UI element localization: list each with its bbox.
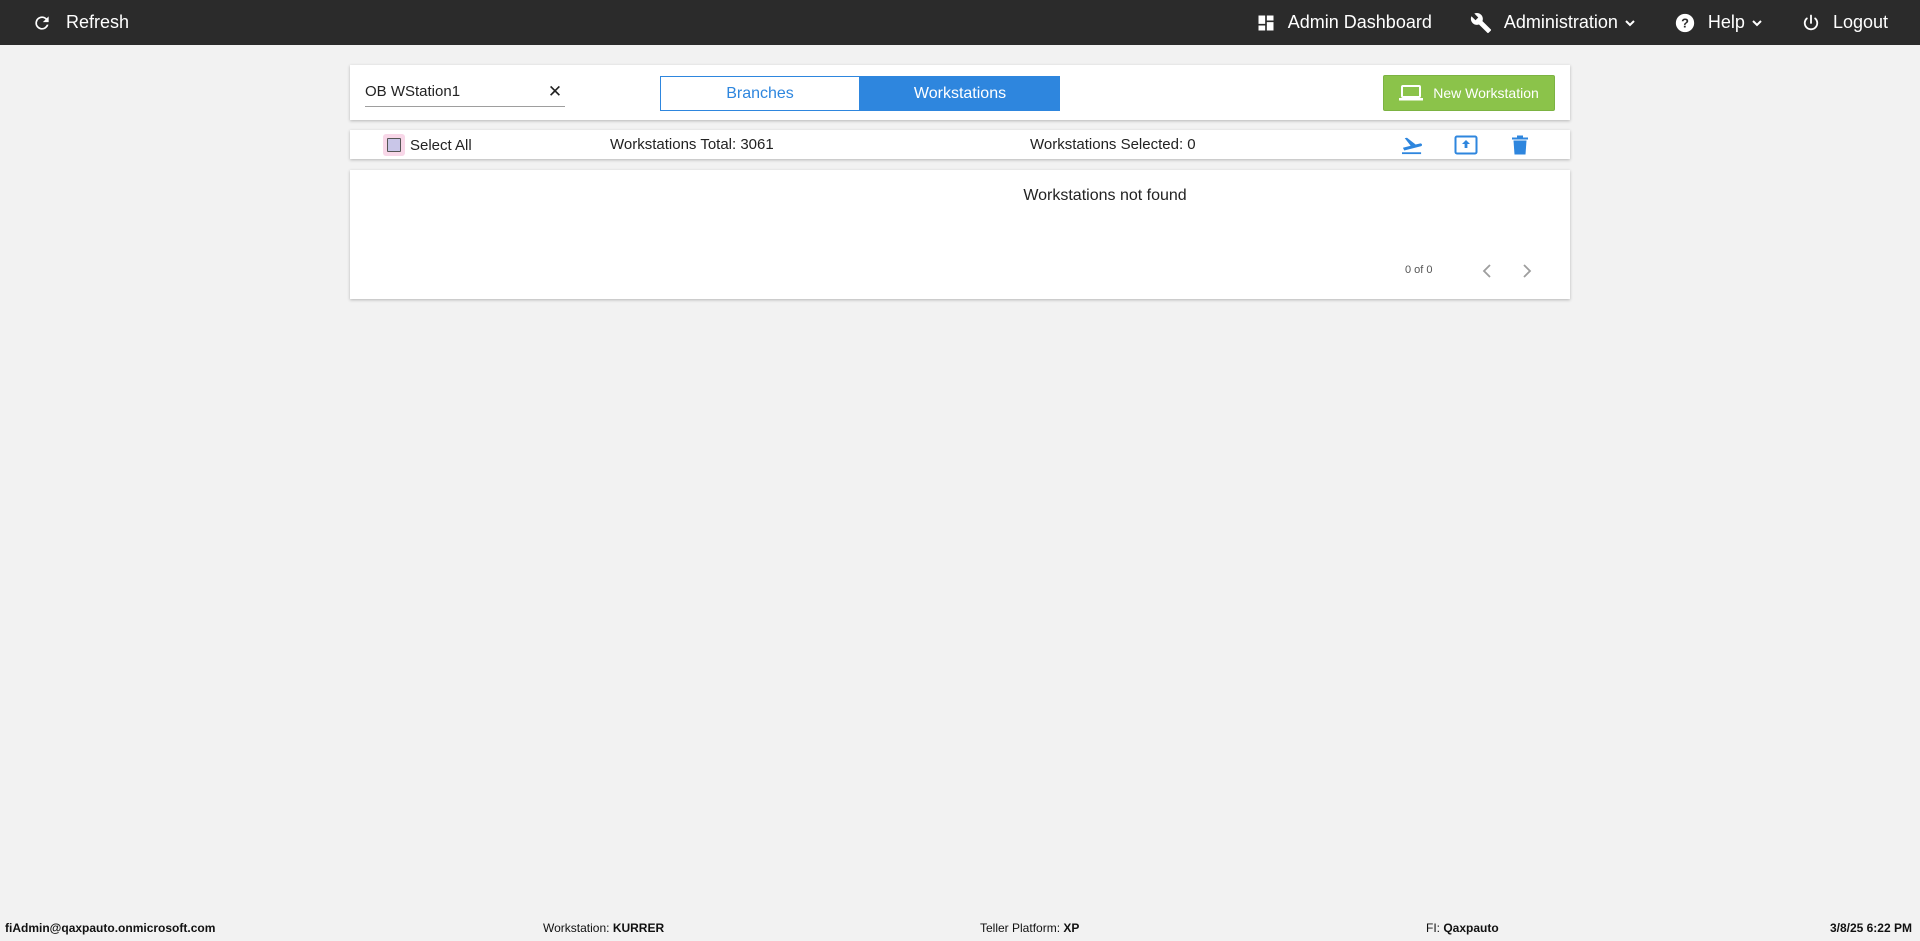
checkbox-box xyxy=(387,138,401,152)
new-workstation-button[interactable]: New Workstation xyxy=(1383,75,1555,111)
results-card: Workstations not found 0 of 0 xyxy=(350,170,1570,299)
select-all-label[interactable]: Select All xyxy=(410,137,472,154)
footer-fi: FI: Qaxpauto xyxy=(1426,921,1499,935)
refresh-label: Refresh xyxy=(66,12,130,32)
trash-icon xyxy=(1512,135,1528,155)
chevron-right-icon xyxy=(1523,264,1532,278)
upload-icon xyxy=(1454,135,1478,155)
new-workstation-label: New Workstation xyxy=(1433,85,1539,101)
selection-bar: Select All Workstations Total: 3061 Work… xyxy=(350,130,1570,159)
admin-dashboard-link[interactable]: Admin Dashboard xyxy=(1256,12,1432,33)
footer-datetime: 3/8/25 6:22 PM xyxy=(1829,921,1912,935)
tab-workstations[interactable]: Workstations xyxy=(860,76,1060,111)
chevron-down-icon xyxy=(1625,19,1635,26)
refresh-button[interactable]: Refresh xyxy=(32,0,129,45)
tab-branches[interactable]: Branches xyxy=(660,76,860,111)
status-footer: fiAdmin@qaxpauto.onmicrosoft.com Worksta… xyxy=(0,915,1920,941)
pager-range: 0 of 0 xyxy=(1405,264,1433,276)
footer-fi-value: Qaxpauto xyxy=(1443,921,1499,935)
dashboard-icon xyxy=(1258,15,1274,30)
footer-workstation-value: KURRER xyxy=(612,921,665,935)
airplane-icon xyxy=(1402,137,1423,155)
previous-page-button[interactable] xyxy=(1478,260,1496,282)
administration-label: Administration xyxy=(1503,12,1618,32)
help-icon: ? xyxy=(1675,13,1695,32)
select-all-checkbox[interactable] xyxy=(383,134,405,156)
footer-fi-label: FI: xyxy=(1426,921,1444,935)
logout-button[interactable]: Logout xyxy=(1801,12,1888,33)
deploy-button[interactable] xyxy=(1400,134,1424,156)
delete-button[interactable] xyxy=(1508,134,1532,156)
view-toggle: Branches Workstations xyxy=(660,76,1060,111)
clear-search-button[interactable]: ✕ xyxy=(546,83,564,101)
workstations-total: Workstations Total: 3061 xyxy=(610,136,774,153)
power-icon xyxy=(1803,14,1819,30)
search-input[interactable] xyxy=(365,79,565,107)
footer-teller-platform: Teller Platform: XP xyxy=(980,921,1079,935)
svg-text:?: ? xyxy=(1681,15,1689,30)
footer-workstation-label: Workstation: xyxy=(543,921,613,935)
help-menu[interactable]: ? Help xyxy=(1674,12,1763,34)
upload-button[interactable] xyxy=(1454,134,1478,156)
footer-workstation: Workstation: KURRER xyxy=(543,921,664,935)
footer-teller-platform-value: XP xyxy=(1063,921,1080,935)
wrench-icon xyxy=(1470,12,1491,33)
workstations-selected: Workstations Selected: 0 xyxy=(1030,136,1196,153)
administration-menu[interactable]: Administration xyxy=(1470,12,1636,34)
logout-label: Logout xyxy=(1832,12,1888,32)
top-nav-bar: Refresh Admin Dashboard Administration ?… xyxy=(0,0,1920,45)
footer-teller-platform-label: Teller Platform: xyxy=(980,921,1064,935)
toolbar-card: ✕ Branches Workstations New Workstation xyxy=(350,65,1570,120)
footer-user: fiAdmin@qaxpauto.onmicrosoft.com xyxy=(5,921,216,935)
refresh-icon xyxy=(35,15,49,30)
admin-dashboard-label: Admin Dashboard xyxy=(1287,12,1432,32)
chevron-left-icon xyxy=(1482,264,1491,278)
help-label: Help xyxy=(1707,12,1745,32)
laptop-icon xyxy=(1399,85,1424,101)
chevron-down-icon xyxy=(1752,19,1762,26)
next-page-button[interactable] xyxy=(1518,260,1536,282)
empty-message: Workstations not found xyxy=(1023,187,1187,204)
